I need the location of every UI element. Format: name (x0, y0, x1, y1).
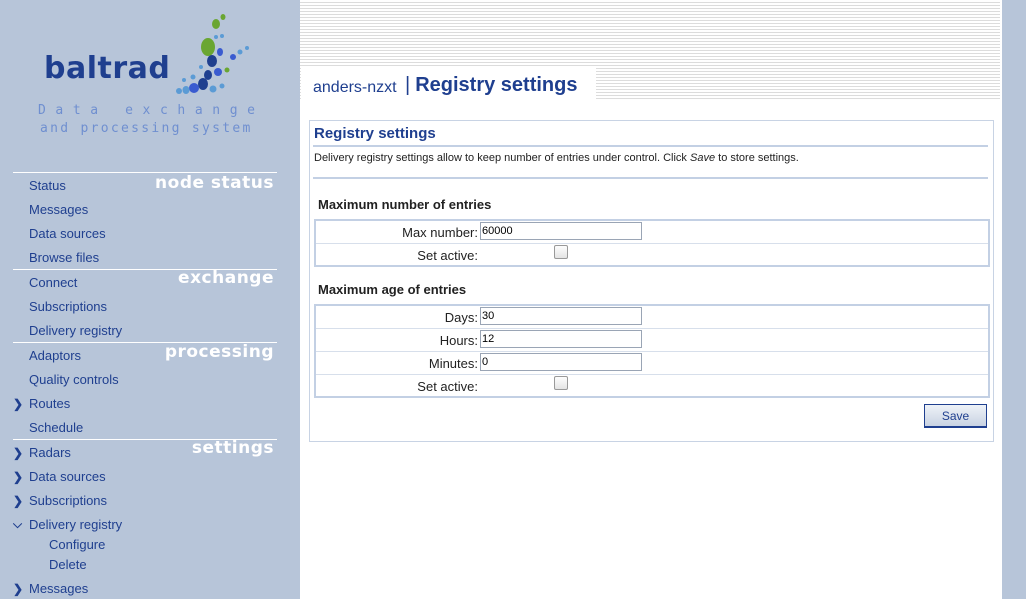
section-title-settings: settings (191, 438, 274, 458)
chevron-down-icon[interactable]: ⌵ (13, 518, 25, 530)
minutes-input[interactable] (480, 353, 642, 371)
panel-divider (313, 177, 988, 179)
sidebar-item-delivery-registry[interactable]: Delivery registry (29, 323, 122, 338)
days-row: Days: (316, 306, 988, 329)
sidebar-item-messages[interactable]: Messages (29, 202, 88, 217)
hours-row: Hours: (316, 329, 988, 352)
sidebar-item-status[interactable]: Status (29, 178, 66, 193)
set-active-label: Set active: (417, 379, 478, 394)
baltrad-dots-logo-icon (176, 14, 249, 94)
max-age-set-active-checkbox[interactable] (554, 376, 568, 390)
save-button[interactable]: Save (924, 404, 987, 428)
section-title-exchange: exchange (178, 268, 274, 288)
sidebar-item-radars[interactable]: Radars (29, 445, 71, 460)
logo-tagline-1: Data exchange (38, 103, 265, 118)
group-title-max-age: Maximum age of entries (318, 282, 467, 297)
sidebar: baltrad Data exchange and processing sys… (0, 0, 300, 599)
sidebar-item-adaptors[interactable]: Adaptors (29, 348, 81, 363)
hours-input[interactable] (480, 330, 642, 348)
baltrad-logo[interactable]: baltrad Data exchange and processing sys… (0, 0, 300, 150)
sidebar-subitem-delete[interactable]: Delete (49, 557, 87, 572)
logo-tagline-2: and processing system (40, 121, 253, 136)
panel-description-emphasis: Save (690, 152, 716, 164)
sidebar-item-browse-files[interactable]: Browse files (29, 250, 99, 265)
chevron-right-icon[interactable]: ❯ (13, 398, 25, 410)
sidebar-item-settings-delivery-registry[interactable]: Delivery registry (29, 517, 122, 532)
sidebar-item-data-sources[interactable]: Data sources (29, 226, 106, 241)
section-title-processing: processing (164, 342, 274, 362)
sidebar-item-quality-controls[interactable]: Quality controls (29, 372, 119, 387)
panel-title: Registry settings (314, 125, 436, 142)
logo-wordmark: baltrad (44, 51, 171, 86)
max-number-label: Max number: (402, 225, 478, 240)
set-active-label: Set active: (417, 248, 478, 263)
max-number-set-active-checkbox[interactable] (554, 245, 568, 259)
chevron-right-icon[interactable]: ❯ (13, 471, 25, 483)
minutes-label: Minutes: (428, 356, 478, 371)
panel-description-text-end: to store settings. (715, 152, 799, 164)
page-title: | Registry settings (405, 74, 577, 97)
sidebar-item-settings-messages[interactable]: Messages (29, 581, 88, 596)
minutes-row: Minutes: (316, 352, 988, 375)
chevron-right-icon[interactable]: ❯ (13, 495, 25, 507)
max-number-box: Max number: Set active: (314, 219, 990, 267)
max-age-active-row: Set active: (316, 375, 988, 397)
max-number-row: Max number: (316, 221, 988, 244)
section-title-node-status: node status (155, 173, 274, 193)
sidebar-item-schedule[interactable]: Schedule (29, 420, 83, 435)
panel-description-text: Delivery registry settings allow to keep… (314, 152, 690, 164)
hours-label: Hours: (439, 333, 478, 348)
days-label: Days: (444, 310, 478, 325)
title-separator: | (405, 74, 411, 96)
sidebar-item-subscriptions[interactable]: Subscriptions (29, 299, 107, 314)
max-number-input[interactable] (480, 222, 642, 240)
chevron-right-icon[interactable]: ❯ (13, 583, 25, 595)
group-title-max-number: Maximum number of entries (318, 197, 492, 212)
host-name: anders-nzxt (313, 79, 397, 96)
days-input[interactable] (480, 307, 642, 325)
sidebar-item-settings-data-sources[interactable]: Data sources (29, 469, 106, 484)
sidebar-subitem-configure[interactable]: Configure (49, 537, 105, 552)
page-title-text: Registry settings (415, 74, 578, 96)
max-age-box: Days: Hours: Minutes: Set active: (314, 304, 990, 398)
panel-divider (313, 145, 988, 147)
sidebar-item-connect[interactable]: Connect (29, 275, 77, 290)
sidebar-item-settings-subscriptions[interactable]: Subscriptions (29, 493, 107, 508)
right-scroll-strip (1002, 0, 1026, 599)
sidebar-item-routes[interactable]: Routes (29, 396, 70, 411)
chevron-right-icon[interactable]: ❯ (13, 447, 25, 459)
max-number-active-row: Set active: (316, 244, 988, 266)
panel-description: Delivery registry settings allow to keep… (314, 152, 799, 164)
